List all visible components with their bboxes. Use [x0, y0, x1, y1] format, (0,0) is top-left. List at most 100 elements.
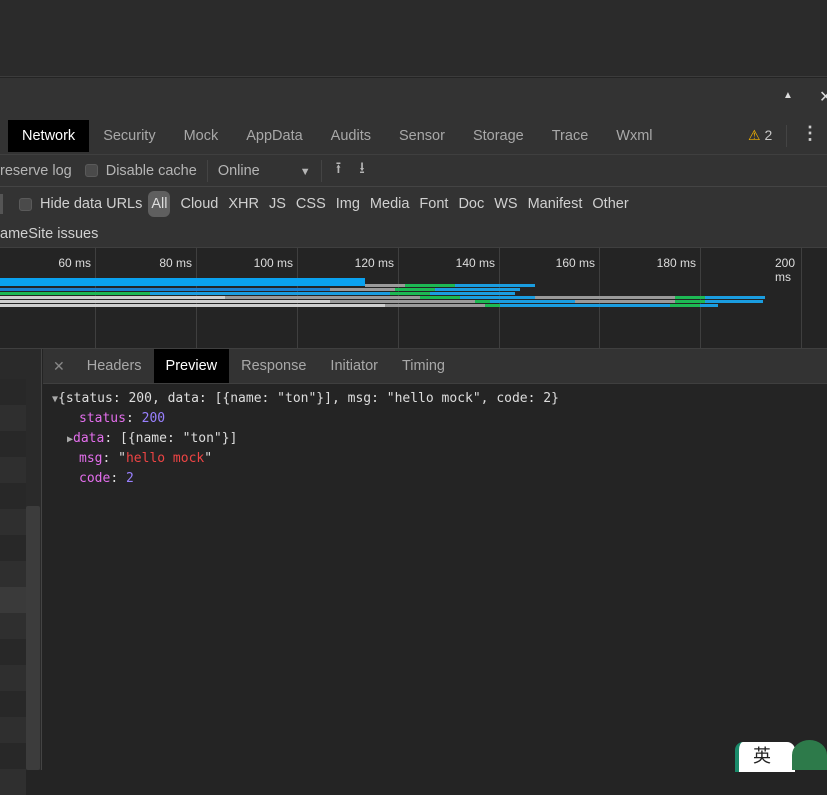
waterfall-bar	[705, 300, 763, 303]
tab-timing[interactable]: Timing	[390, 349, 457, 383]
tab-mock[interactable]: Mock	[170, 120, 233, 152]
filter-media[interactable]: Media	[365, 196, 415, 212]
tab-headers[interactable]: Headers	[75, 349, 154, 383]
property-msg: msg: "hello mock"	[79, 451, 213, 466]
grid-line	[801, 248, 802, 348]
plant-icon	[792, 740, 827, 770]
filter-manifest[interactable]: Manifest	[523, 196, 588, 212]
waterfall-bar	[430, 292, 515, 295]
filter-doc[interactable]: Doc	[453, 196, 489, 212]
waterfall-bar	[365, 284, 405, 287]
waterfall-bar	[0, 300, 330, 303]
export-har-icon[interactable]: ⭳	[359, 157, 365, 184]
close-icon[interactable]: ✕	[43, 358, 75, 375]
warning-icon: ⚠	[748, 127, 761, 143]
filter-font[interactable]: Font	[414, 196, 453, 212]
waterfall-bar	[330, 300, 475, 303]
request-row[interactable]	[0, 431, 26, 457]
object-summary[interactable]: ▼{status: 200, data: [{name: "ton"}], ms…	[52, 389, 559, 409]
panel-tabs: Network Security Mock AppData Audits Sen…	[0, 118, 827, 155]
request-row[interactable]	[0, 691, 26, 717]
filter-js[interactable]: JS	[264, 196, 291, 212]
waterfall-bar	[0, 278, 365, 286]
request-row[interactable]	[0, 457, 26, 483]
tab-sensor[interactable]: Sensor	[385, 120, 459, 152]
network-toolbar: reserve log Disable cache Online ▼ ⭱ ⭳	[0, 155, 827, 187]
filter-img[interactable]: Img	[331, 196, 365, 212]
tab-storage[interactable]: Storage	[459, 120, 538, 152]
tick-label: 100 ms	[253, 256, 293, 270]
waterfall-bar	[385, 304, 485, 307]
waterfall-bar	[405, 284, 455, 287]
request-row[interactable]	[0, 769, 26, 795]
disable-cache-checkbox[interactable]: Disable cache	[84, 163, 197, 179]
samesite-issues-checkbox[interactable]: ameSite issues	[0, 221, 827, 248]
tick-label: 180 ms	[656, 256, 696, 270]
tick-label: 200 ms	[775, 256, 796, 284]
scrollbar[interactable]	[26, 506, 40, 770]
network-overview[interactable]: 60 ms 80 ms 100 ms 120 ms 140 ms 160 ms …	[0, 248, 827, 349]
more-menu-icon[interactable]: ⋮	[801, 123, 819, 144]
waterfall-bar	[330, 288, 400, 291]
request-row[interactable]	[0, 639, 26, 665]
chevron-down-icon: ▼	[299, 165, 311, 178]
tab-security[interactable]: Security	[89, 120, 169, 152]
property-status: status: 200	[79, 411, 166, 426]
throttling-select[interactable]: Online ▼	[218, 163, 311, 179]
tick-label: 160 ms	[555, 256, 595, 270]
request-row[interactable]	[0, 379, 26, 405]
tab-trace[interactable]: Trace	[538, 120, 603, 152]
tab-wxml[interactable]: Wxml	[602, 120, 666, 152]
tab-network[interactable]: Network	[8, 120, 90, 152]
request-row[interactable]	[0, 587, 26, 613]
detail-tabs: ✕ Headers Preview Response Initiator Tim…	[43, 349, 827, 384]
waterfall-bar	[435, 288, 520, 291]
request-row[interactable]	[0, 561, 26, 587]
request-row[interactable]	[0, 665, 26, 691]
page-area	[0, 0, 827, 77]
request-row[interactable]	[0, 509, 26, 535]
waterfall-bar	[475, 300, 490, 303]
filter-cloud[interactable]: Cloud	[175, 196, 223, 212]
preview-pane: ▼{status: 200, data: [{name: "ton"}], ms…	[43, 384, 827, 770]
waterfall-bar	[395, 288, 435, 291]
collapse-icon[interactable]: ▲	[783, 90, 793, 101]
waterfall-bar	[670, 304, 700, 307]
filter-xhr[interactable]: XHR	[223, 196, 264, 212]
tab-initiator[interactable]: Initiator	[318, 349, 390, 383]
request-row[interactable]	[0, 743, 26, 769]
tick-label: 80 ms	[159, 256, 192, 270]
waterfall-bar	[150, 292, 390, 295]
tab-appdata[interactable]: AppData	[232, 120, 316, 152]
waterfall-bar	[0, 296, 225, 299]
warnings-badge[interactable]: ⚠ 2	[748, 127, 772, 144]
request-row[interactable]	[0, 717, 26, 743]
ime-indicator: 英	[735, 742, 795, 772]
request-row[interactable]	[0, 613, 26, 639]
tab-response[interactable]: Response	[229, 349, 318, 383]
filter-other[interactable]: Other	[587, 196, 633, 212]
waterfall-bar	[575, 300, 675, 303]
waterfall-bar	[460, 296, 535, 299]
hide-data-urls-checkbox[interactable]: Hide data URLs	[19, 196, 142, 212]
waterfall-bar	[500, 304, 670, 307]
tab-preview[interactable]: Preview	[153, 349, 230, 383]
waterfall-bar	[485, 304, 500, 307]
close-icon[interactable]: ✕	[819, 87, 827, 107]
waterfall-bar	[225, 296, 420, 299]
filter-ws[interactable]: WS	[489, 196, 522, 212]
waterfall-bar	[490, 300, 575, 303]
filter-css[interactable]: CSS	[291, 196, 331, 212]
filter-all[interactable]: All	[148, 191, 171, 217]
devtools-header: ▲ ✕	[0, 78, 827, 118]
import-har-icon[interactable]: ⭱	[336, 157, 342, 184]
request-row[interactable]	[0, 483, 26, 509]
property-data[interactable]: ▶data: [{name: "ton"}]	[67, 429, 237, 449]
property-code: code: 2	[79, 471, 134, 486]
tab-audits[interactable]: Audits	[317, 120, 385, 152]
filter-bar: Hide data URLs All Cloud XHR JS CSS Img …	[0, 187, 827, 221]
preserve-log-checkbox[interactable]: reserve log	[0, 163, 72, 179]
request-row[interactable]	[0, 535, 26, 561]
request-row[interactable]	[0, 405, 26, 431]
waterfall-bar	[705, 296, 765, 299]
